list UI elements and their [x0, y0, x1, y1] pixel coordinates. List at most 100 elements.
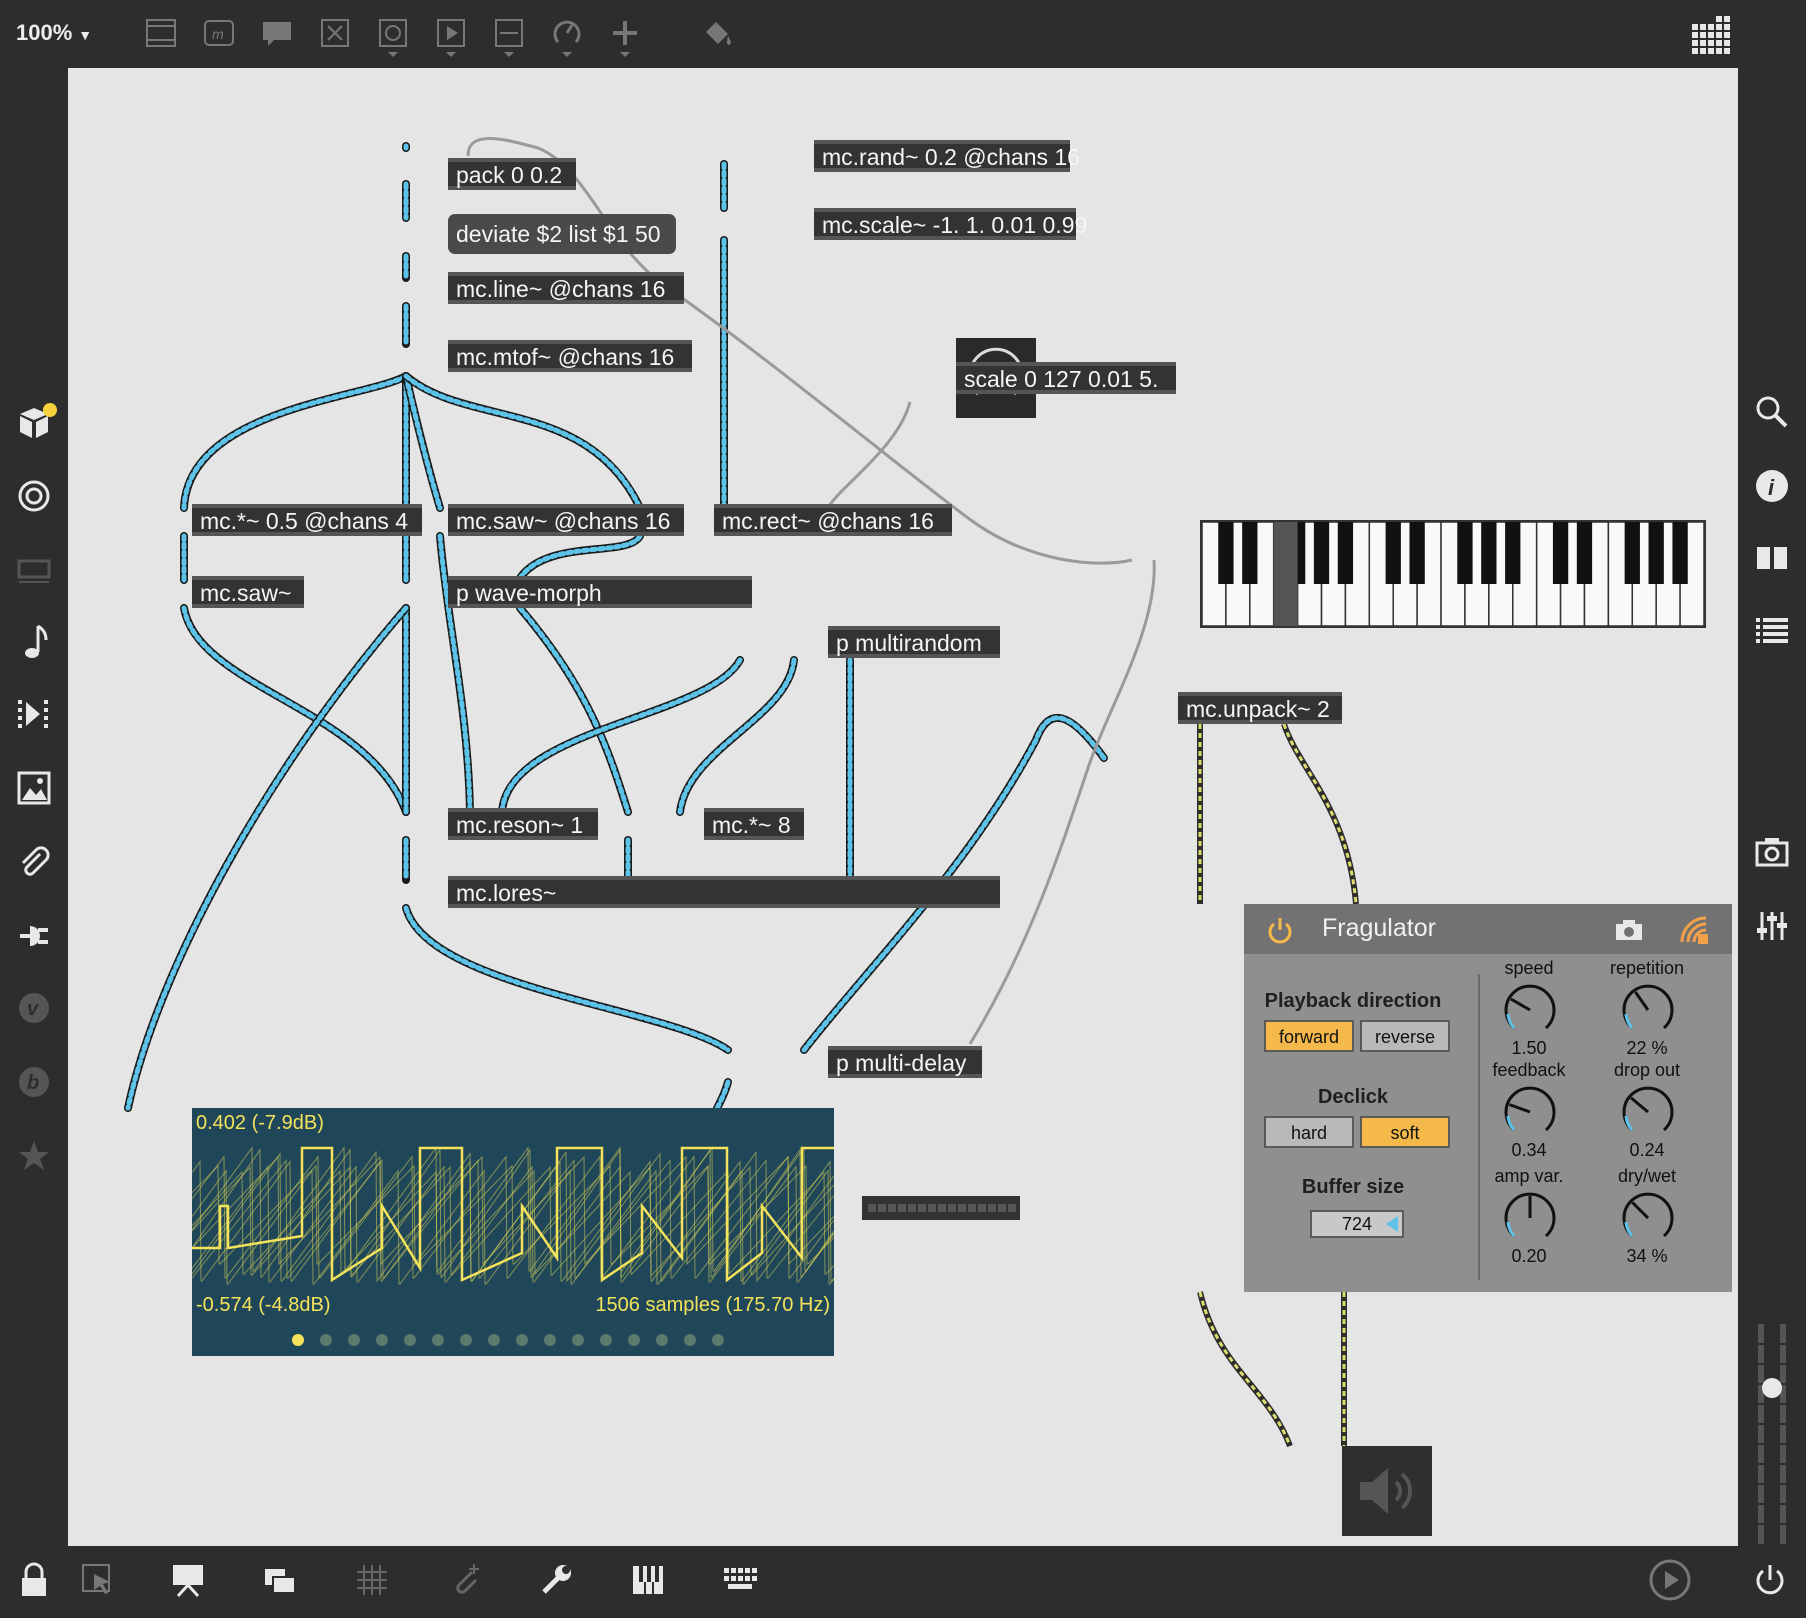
- object-mc-rand[interactable]: mc.rand~ 0.2 @chans 16: [814, 140, 1080, 172]
- object-mc-saw-16[interactable]: mc.saw~ @chans 16: [448, 504, 684, 536]
- volume-slider[interactable]: [1754, 1324, 1790, 1544]
- channel-dot[interactable]: [488, 1334, 500, 1346]
- new-object-icon[interactable]: [144, 16, 178, 50]
- forward-button[interactable]: forward: [1264, 1020, 1354, 1052]
- list-icon[interactable]: [1754, 612, 1790, 648]
- object-pack[interactable]: pack 0 0.2: [448, 158, 576, 190]
- image-icon[interactable]: [16, 770, 52, 806]
- grid-snap-icon[interactable]: [354, 1562, 390, 1598]
- channel-dot[interactable]: [348, 1334, 360, 1346]
- channel-dot[interactable]: [460, 1334, 472, 1346]
- vimeo-icon[interactable]: v: [16, 990, 52, 1026]
- object-multi-delay[interactable]: p multi-delay: [828, 1046, 982, 1078]
- target-icon[interactable]: [16, 478, 52, 514]
- paint-bucket-icon[interactable]: [700, 16, 734, 50]
- power-icon[interactable]: [1752, 1562, 1788, 1598]
- channel-dot[interactable]: [712, 1334, 724, 1346]
- soft-button[interactable]: soft: [1360, 1116, 1450, 1148]
- knob-amp-var[interactable]: [1502, 1190, 1558, 1246]
- zoom-menu[interactable]: 100% ▼: [16, 20, 92, 46]
- add-connection-icon[interactable]: [446, 1562, 482, 1598]
- media-icon[interactable]: [16, 696, 52, 732]
- slider-icon[interactable]: [492, 16, 526, 58]
- knob-repetition[interactable]: [1620, 982, 1676, 1038]
- object-scale[interactable]: scale 0 127 0.01 5.: [956, 362, 1176, 394]
- reverse-button[interactable]: reverse: [1360, 1020, 1450, 1052]
- patcher-canvas[interactable]: pack 0 0.2 deviate $2 list $1 50 mc.line…: [68, 68, 1738, 1546]
- channel-dot[interactable]: [320, 1334, 332, 1346]
- channel-dot[interactable]: [544, 1334, 556, 1346]
- info-icon[interactable]: i: [1754, 468, 1790, 504]
- select-tool-icon[interactable]: [80, 1562, 116, 1598]
- oscilloscope[interactable]: 0.402 (-7.9dB) -0.574 (-4.8dB) 1506 samp…: [192, 1108, 834, 1356]
- grid-icon[interactable]: [1690, 14, 1732, 56]
- package-icon[interactable]: [16, 402, 60, 442]
- keyboard-icon[interactable]: [722, 1562, 758, 1598]
- channel-dot[interactable]: [656, 1334, 668, 1346]
- scope-channel-selector[interactable]: [292, 1332, 732, 1348]
- knob-feedback[interactable]: [1502, 1084, 1558, 1140]
- black-key: [1505, 522, 1521, 584]
- channel-dot[interactable]: [572, 1334, 584, 1346]
- audio-output[interactable]: [1342, 1446, 1432, 1536]
- add-icon[interactable]: [608, 16, 642, 58]
- channel-dot[interactable]: [292, 1334, 304, 1346]
- zoom-level: 100%: [16, 20, 73, 45]
- lock-icon[interactable]: [18, 1562, 50, 1600]
- object-mc-mul[interactable]: mc.*~ 0.5 @chans 4: [192, 504, 422, 536]
- camera-icon[interactable]: [1754, 834, 1790, 870]
- object-mc-mul-8[interactable]: mc.*~ 8: [704, 808, 804, 840]
- buffer-size-value: 724: [1341, 1214, 1373, 1234]
- search-icon[interactable]: [1754, 394, 1790, 430]
- channel-dot[interactable]: [432, 1334, 444, 1346]
- buffer-size-label: Buffer size: [1301, 1176, 1405, 1198]
- music-note-icon[interactable]: [18, 622, 50, 662]
- paperclip-icon[interactable]: [16, 844, 52, 880]
- keyboard-slider[interactable]: [1200, 520, 1706, 628]
- scope-min-label: -0.574 (-4.8dB): [196, 1294, 331, 1316]
- object-mc-rect[interactable]: mc.rect~ @chans 16: [714, 504, 952, 536]
- object-multirandom[interactable]: p multirandom: [828, 626, 1000, 658]
- object-mc-unpack[interactable]: mc.unpack~ 2: [1178, 692, 1342, 724]
- columns-icon[interactable]: [1754, 540, 1790, 576]
- button-icon[interactable]: [318, 16, 352, 50]
- star-icon[interactable]: [16, 1138, 52, 1174]
- audio-on-icon[interactable]: [1648, 1558, 1692, 1602]
- object-mc-scale[interactable]: mc.scale~ -1. 1. 0.01 0.99: [814, 208, 1087, 240]
- channel-dot[interactable]: [516, 1334, 528, 1346]
- object-mc-saw[interactable]: mc.saw~: [192, 576, 304, 608]
- radiate-icon[interactable]: [1678, 914, 1710, 946]
- behance-icon[interactable]: b: [16, 1064, 52, 1100]
- message-icon[interactable]: m: [202, 16, 236, 50]
- buffer-size-number[interactable]: 724: [1310, 1210, 1404, 1238]
- knob-drop-out[interactable]: [1620, 1084, 1676, 1140]
- hard-button[interactable]: hard: [1264, 1116, 1354, 1148]
- toggle-icon[interactable]: [376, 16, 410, 58]
- knob-speed[interactable]: [1502, 982, 1558, 1038]
- presentation-mode-icon[interactable]: [170, 1562, 206, 1598]
- plug-icon[interactable]: [16, 918, 52, 954]
- message-deviate[interactable]: deviate $2 list $1 50: [448, 214, 676, 254]
- channel-dot[interactable]: [376, 1334, 388, 1346]
- object-mc-line[interactable]: mc.line~ @chans 16: [448, 272, 684, 304]
- sliders-icon[interactable]: [1754, 908, 1790, 944]
- power-icon[interactable]: [1266, 916, 1294, 944]
- windows-icon[interactable]: [262, 1562, 298, 1598]
- presentation-icon[interactable]: [16, 552, 52, 588]
- black-key: [1337, 522, 1354, 584]
- dial-icon[interactable]: [550, 16, 584, 58]
- channel-dot[interactable]: [404, 1334, 416, 1346]
- channel-dot[interactable]: [600, 1334, 612, 1346]
- channel-dot[interactable]: [628, 1334, 640, 1346]
- piano-icon[interactable]: [630, 1562, 666, 1598]
- channel-dot[interactable]: [684, 1334, 696, 1346]
- knob-dry-wet[interactable]: [1620, 1190, 1676, 1246]
- wrench-icon[interactable]: [538, 1562, 574, 1598]
- camera-icon[interactable]: [1614, 918, 1644, 942]
- object-wave-morph[interactable]: p wave-morph: [448, 576, 752, 608]
- object-mc-lores[interactable]: mc.lores~: [448, 876, 1000, 908]
- object-mc-mtof[interactable]: mc.mtof~ @chans 16: [448, 340, 692, 372]
- comment-icon[interactable]: [260, 16, 294, 50]
- play-icon[interactable]: [434, 16, 468, 58]
- object-mc-reson[interactable]: mc.reson~ 1: [448, 808, 598, 840]
